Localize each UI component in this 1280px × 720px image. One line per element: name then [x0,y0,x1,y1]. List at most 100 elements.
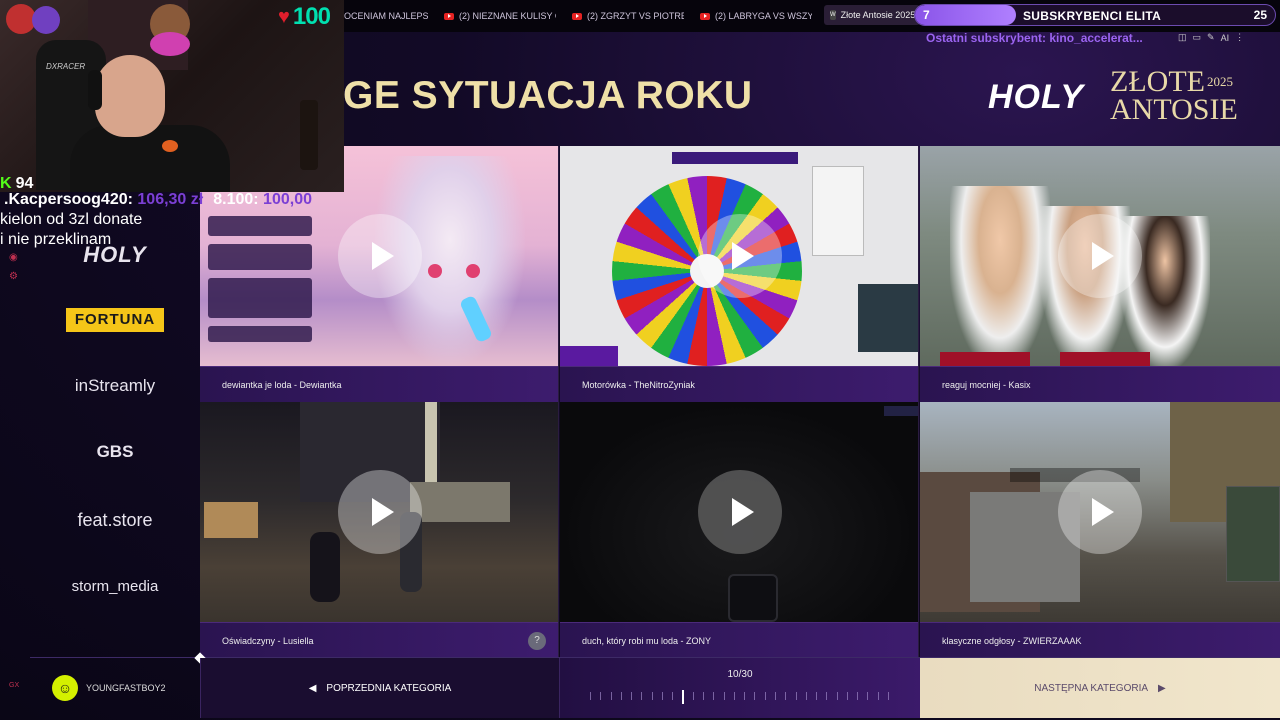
lower-third [940,352,1030,366]
neon-ring [150,32,190,56]
event-logo: ZŁOTE 2025 ANTOSIE [1110,67,1240,126]
tab-label: Złote Antosie 2025 [840,10,916,20]
progress-tick [744,692,745,700]
username: YOUNGFASTBOY2 [86,683,166,693]
chair-brand: DXRACER [46,62,86,71]
play-button[interactable] [1058,214,1142,298]
tab-3[interactable]: (2) ZGRZYT VS PIOTREK [572,8,684,24]
progress-tick [590,692,591,700]
event-logo-year: 2025 [1206,74,1233,89]
sponsor-gbs[interactable]: GBS [30,442,200,462]
shirt-logo [162,140,178,152]
help-icon[interactable]: ? [528,632,546,650]
next-category-button[interactable]: NASTĘPNA KATEGORIA ▶ [920,658,1280,718]
play-button[interactable] [338,214,422,298]
progress-ticks [590,690,890,704]
card-caption: dewiantka je loda - Dewiantka [200,366,558,402]
sponsor-storm-media[interactable]: storm_media [30,578,200,595]
tab-2[interactable]: (2) NIEZNANE KULISY GA [444,8,556,24]
nominee-card-4[interactable]: Oświadczyny - Lusiella ? [200,402,559,658]
menu-icon: ⋮ [1235,32,1245,42]
play-button[interactable] [698,470,782,554]
youtube-icon [700,12,710,20]
crane [425,402,437,492]
hearts-counter: ♥ 100 [278,3,331,31]
user-profile[interactable]: ☺ YOUNGFASTBOY2 [30,658,200,718]
progress-tick [662,692,663,700]
promo-badge [560,346,618,366]
sponsor-instreamly[interactable]: inStreamly [30,376,200,396]
nominee-card-3[interactable]: reaguj mocniej - Kasix [920,146,1280,402]
progress-tick [785,692,786,700]
nominee-card-5[interactable]: duch, który robi mu loda - ZONY [560,402,919,658]
truck [410,482,510,522]
card-caption: Motorówka - TheNitroZyniak [560,366,918,402]
progress-tick [600,692,601,700]
donor-1: .Kacpersoog420: 106,30 zł [4,191,203,209]
donor-2: 8.100: 100,00 [213,191,312,209]
video-thumbnail[interactable] [920,402,1280,622]
donor-name: 8.100: [213,191,259,208]
progress-tick [857,692,858,700]
progress-tick [713,692,714,700]
ticker-line: kielon od 3zl donate [0,211,143,228]
edit-icon: ✎ [1207,32,1215,42]
progress-tick [631,692,632,700]
progress-tick [765,692,766,700]
discord-icon: ◉ [9,252,18,263]
gx-label: GX [9,682,20,689]
cam-overlay [858,284,918,352]
previous-category-label: POPRZEDNIA KATEGORIA [326,682,452,694]
headphones [88,70,102,110]
hearts-count: 100 [292,3,331,30]
video-thumbnail[interactable] [920,146,1280,366]
tab-label: (2) LABRYGA VS WSZYS [715,11,812,21]
progress-tick [775,692,776,700]
nominee-card-6[interactable]: klasyczne odgłosy - ZWIERZAAAK [920,402,1280,658]
video-thumbnail[interactable] [560,146,918,366]
nominee-grid: dewiantka je loda - Dewiantka Motorówka … [200,146,1280,658]
event-logo-line2: ANTOSIE [1110,93,1238,126]
bottom-navigation: ☺ YOUNGFASTBOY2 ◀ POPRZEDNIA KATEGORIA 1… [30,658,1280,718]
sponsor-feat-store[interactable]: feat.store [30,510,200,531]
ticker-line: i nie przeklinam [0,231,112,248]
play-button[interactable] [338,470,422,554]
donor-amount: 100,00 [263,191,312,208]
progress-tick [806,692,807,700]
user-avatar-icon: ☺ [52,675,78,701]
settings-icon: ⚙ [9,271,18,282]
stream-screen: OCENIAM NAJLEPSZE (2) NIEZNANE KULISY GA… [0,0,1280,720]
progress-tick [837,692,838,700]
donor-amount: 106,30 zł [137,191,204,208]
tab-label: OCENIAM NAJLEPSZE [344,11,428,21]
play-button[interactable] [1058,470,1142,554]
video-thumbnail[interactable] [200,402,558,622]
lower-third [1060,352,1150,366]
tab-4[interactable]: (2) LABRYGA VS WSZYS [700,8,812,24]
tab-active[interactable]: W Złote Antosie 2025 [824,5,920,25]
progress-tick [621,692,622,700]
corner-badge [884,406,918,416]
nominee-card-2[interactable]: Motorówka - TheNitroZyniak [560,146,919,402]
left-overlay-icons: ◉ ⚙ [9,252,18,282]
progress-tick [734,692,735,700]
sub-goal-title: SUBSKRYBENCI ELITA [1023,9,1162,23]
progress-tick [826,692,827,700]
previous-category-button[interactable]: ◀ POPRZEDNIA KATEGORIA [200,658,560,718]
progress-tick [847,692,848,700]
play-button[interactable] [698,214,782,298]
avatar-eye [466,264,480,278]
progress-tick [703,692,704,700]
donor-name: .Kacpersoog420: [4,191,133,208]
progress-tick [724,692,725,700]
bottle [300,100,318,170]
page-title: GE SYTUACJA ROKU [343,74,753,117]
person [950,186,1050,366]
tab-1[interactable]: OCENIAM NAJLEPSZE [344,8,428,24]
card-caption: klasyczne odgłosy - ZWIERZAAAK [920,622,1280,658]
progress-tick-current [682,690,684,704]
holy-logo: HOLY [988,78,1084,116]
last-subscriber: Ostatni subskrybent: kino_accelerat... [926,31,1143,45]
video-thumbnail[interactable] [560,402,918,622]
sponsor-fortuna[interactable]: FORTUNA [66,308,164,332]
